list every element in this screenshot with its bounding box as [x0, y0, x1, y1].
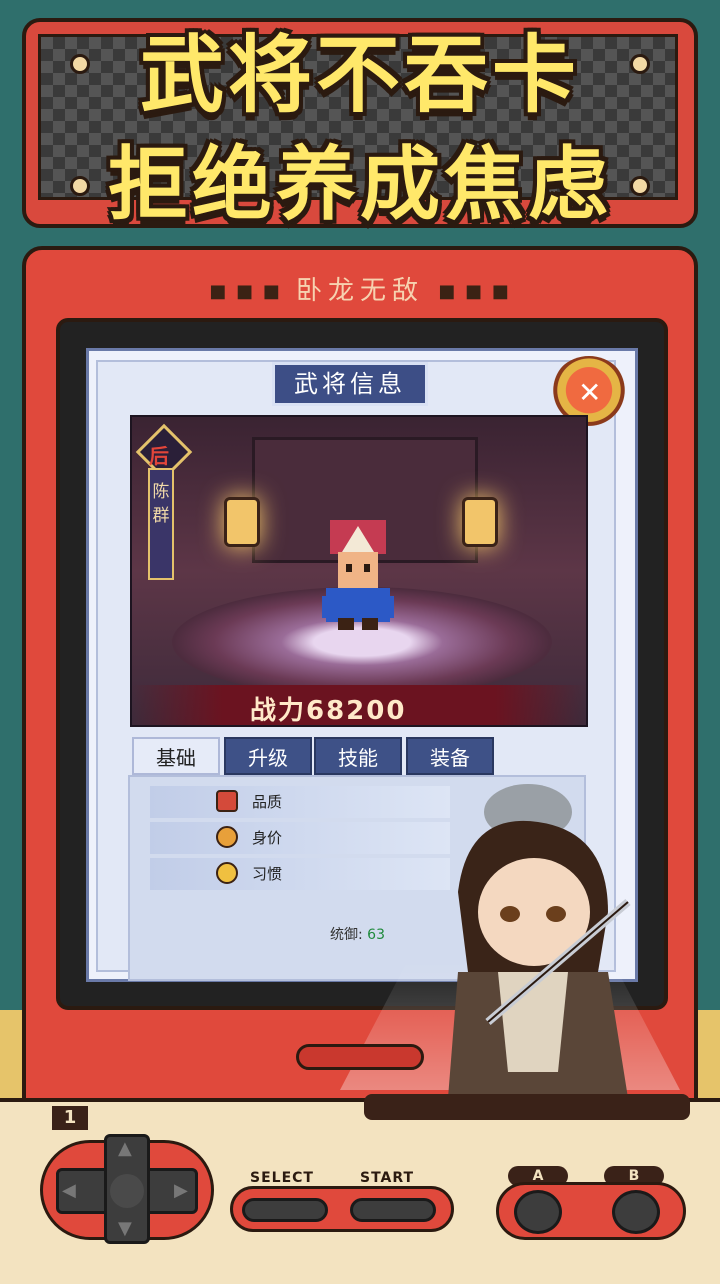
select-button[interactable] [242, 1198, 328, 1222]
stat-label: 统御: [330, 927, 363, 943]
stat-value: 63 [367, 927, 385, 943]
tab-basic[interactable]: 基础 [132, 737, 220, 775]
rank-badge: 后 [149, 444, 169, 468]
rank-tag: 后 陈群 [134, 423, 193, 582]
attribute-row[interactable]: 品质 [150, 786, 450, 818]
player-label: 1 [52, 1106, 88, 1130]
start-button[interactable] [350, 1198, 436, 1222]
command-stat: 统御: 63 [330, 924, 385, 944]
attribute-row[interactable]: 身价 [150, 822, 450, 854]
arrow-up-icon[interactable]: ▲ [118, 1138, 132, 1159]
dpad-center [110, 1174, 144, 1208]
close-icon: ✕ [578, 376, 602, 409]
tab-bar: 基础 升级 技能 装备 [132, 737, 494, 775]
attribute-label: 习惯 [252, 865, 283, 883]
controller-slot [364, 1094, 690, 1120]
habit-icon [216, 862, 238, 884]
brand-dots-icon: ■ ■ ■ [438, 281, 511, 302]
headline-line-2: 拒绝养成焦虑 [108, 138, 612, 231]
attribute-label: 品质 [252, 793, 283, 811]
b-button[interactable] [612, 1190, 660, 1234]
tab-upgrade[interactable]: 升级 [224, 737, 312, 775]
start-label: START [360, 1170, 415, 1186]
lantern-right-icon [462, 497, 498, 547]
attribute-label: 身价 [252, 829, 283, 847]
a-button[interactable] [514, 1190, 562, 1234]
select-label: SELECT [250, 1170, 314, 1186]
headline-line-1: 武将不吞卡 [139, 26, 580, 124]
general-name: 陈群 [152, 482, 170, 526]
value-crown-icon [216, 826, 238, 848]
console-brand: ■ ■ ■ 卧龙无敌 ■ ■ ■ [0, 270, 720, 307]
power-value: 战力68200 [250, 696, 407, 726]
lantern-left-icon [224, 497, 260, 547]
arrow-down-icon[interactable]: ▼ [118, 1218, 132, 1239]
console-brand-title: 卧龙无敌 [295, 276, 424, 306]
arrow-left-icon[interactable]: ◀ [62, 1180, 76, 1201]
strategist-character-sprite [448, 784, 631, 1098]
panel-title: 武将信息 [272, 362, 428, 406]
tab-equipment[interactable]: 装备 [406, 737, 494, 775]
quality-icon [216, 790, 238, 812]
tab-skills[interactable]: 技能 [314, 737, 402, 775]
hero-sprite[interactable] [318, 518, 398, 630]
cartridge-slot [296, 1044, 424, 1070]
arrow-right-icon[interactable]: ▶ [174, 1180, 188, 1201]
brand-dots-icon: ■ ■ ■ [209, 281, 282, 302]
attribute-row[interactable]: 习惯 [150, 858, 450, 890]
